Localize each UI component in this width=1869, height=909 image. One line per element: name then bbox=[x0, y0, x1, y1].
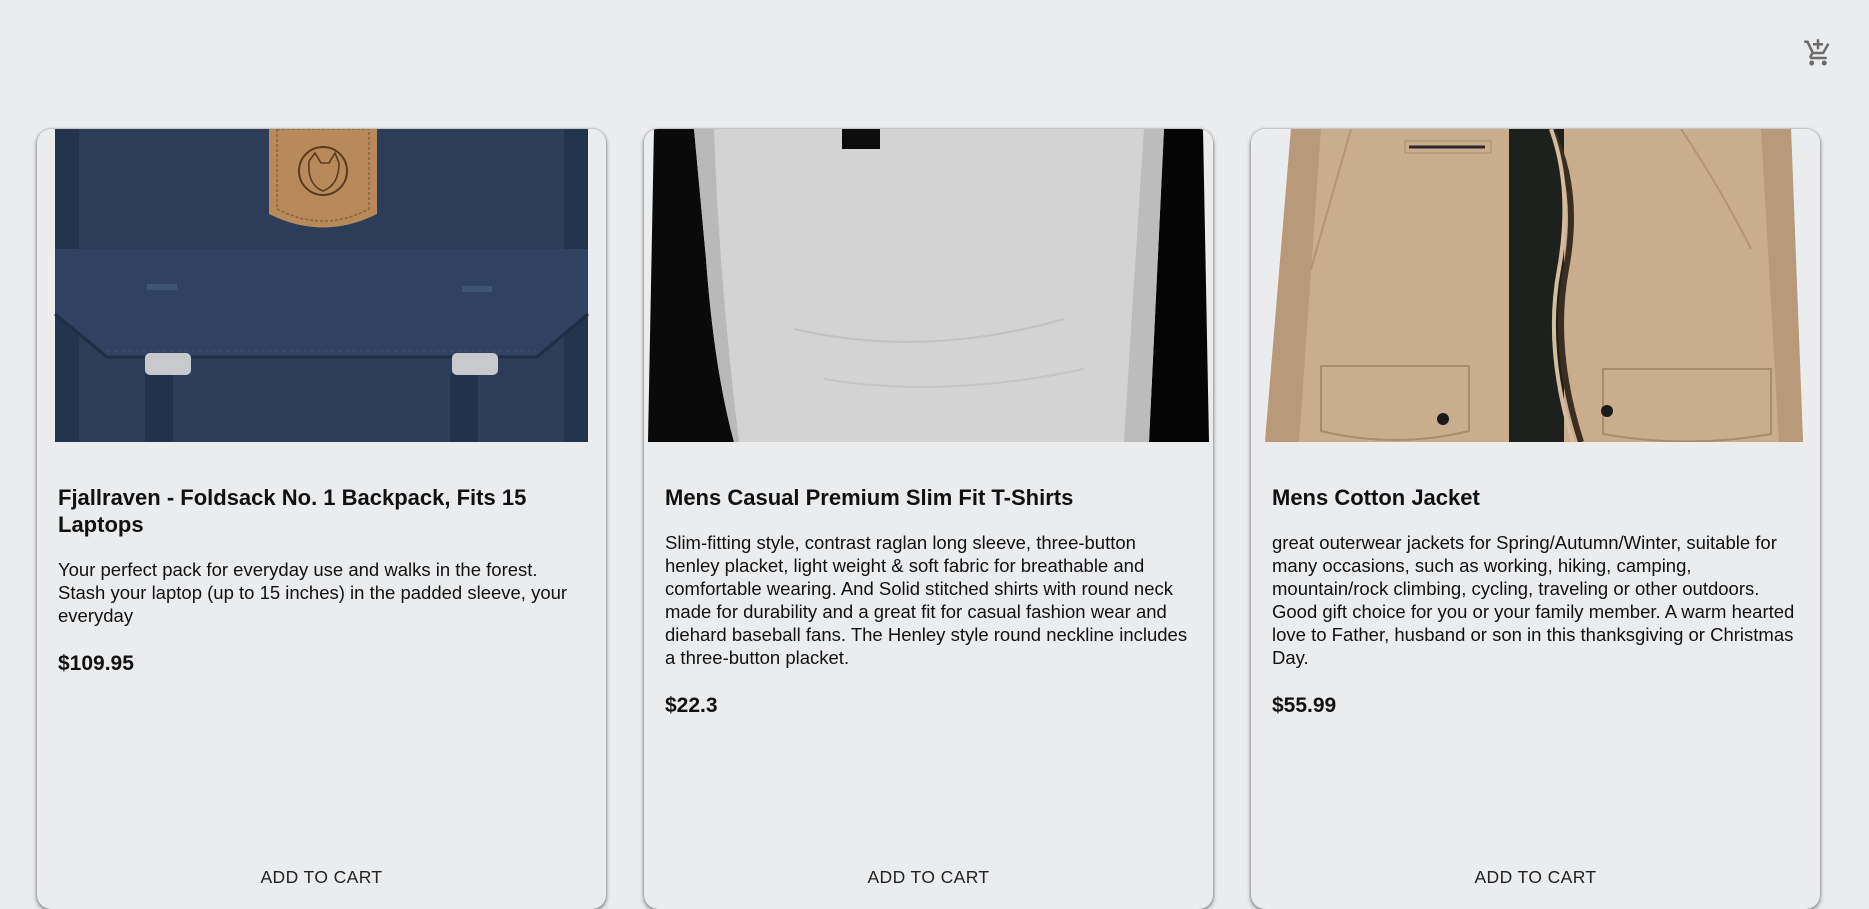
product-description: Slim-fitting style, contrast raglan long… bbox=[665, 532, 1188, 668]
product-content: Fjallraven - Foldsack No. 1 Backpack, Fi… bbox=[58, 484, 586, 677]
card-actions: ADD TO CART bbox=[1251, 863, 1820, 903]
product-title: Fjallraven - Foldsack No. 1 Backpack, Fi… bbox=[58, 485, 527, 537]
add-to-cart-button[interactable]: ADD TO CART bbox=[1464, 863, 1606, 892]
product-price: $55.99 bbox=[1272, 694, 1337, 717]
card-actions: ADD TO CART bbox=[644, 863, 1213, 903]
product-description: great outerwear jackets for Spring/Autum… bbox=[1272, 532, 1795, 668]
tshirt-image bbox=[644, 129, 1213, 442]
card-actions: ADD TO CART bbox=[37, 863, 606, 903]
backpack-image bbox=[37, 129, 606, 442]
cart-button[interactable] bbox=[1801, 36, 1835, 70]
top-bar bbox=[0, 0, 1869, 100]
product-card: Mens Casual Premium Slim Fit T-Shirts Sl… bbox=[644, 129, 1213, 909]
add-to-cart-button[interactable]: ADD TO CART bbox=[857, 863, 999, 892]
product-price: $109.95 bbox=[58, 652, 134, 675]
product-card: Fjallraven - Foldsack No. 1 Backpack, Fi… bbox=[37, 129, 606, 909]
product-content: Mens Cotton Jacket great outerwear jacke… bbox=[1272, 484, 1800, 719]
product-title: Mens Casual Premium Slim Fit T-Shirts bbox=[665, 485, 1074, 510]
product-price: $22.3 bbox=[665, 694, 718, 717]
product-description: Your perfect pack for everyday use and w… bbox=[58, 559, 568, 626]
add-shopping-cart-icon bbox=[1804, 39, 1830, 66]
product-card: Mens Cotton Jacket great outerwear jacke… bbox=[1251, 129, 1820, 909]
add-to-cart-button[interactable]: ADD TO CART bbox=[250, 863, 392, 892]
product-grid: Fjallraven - Foldsack No. 1 Backpack, Fi… bbox=[37, 129, 1820, 909]
jacket-image bbox=[1251, 129, 1820, 442]
product-content: Mens Casual Premium Slim Fit T-Shirts Sl… bbox=[665, 484, 1193, 719]
product-title: Mens Cotton Jacket bbox=[1272, 485, 1480, 510]
